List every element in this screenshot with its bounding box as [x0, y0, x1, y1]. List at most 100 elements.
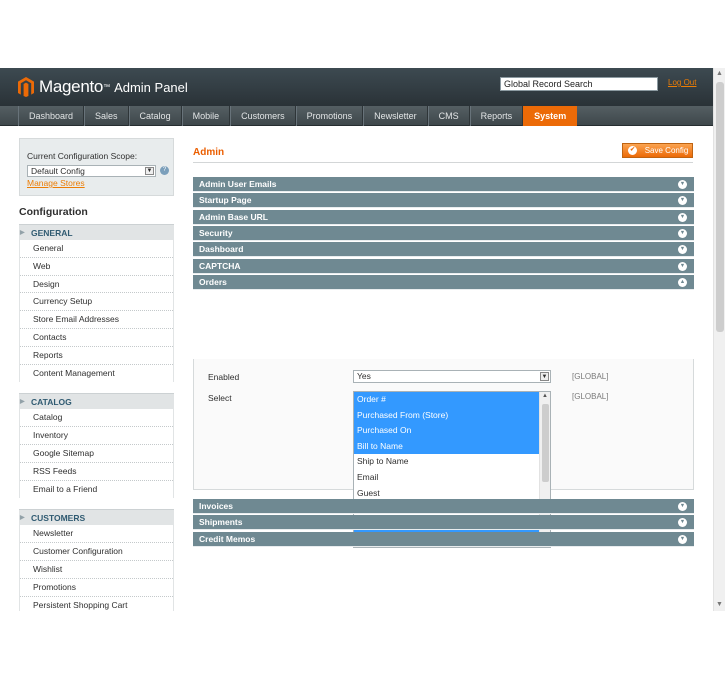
enabled-select-value: Yes	[357, 371, 371, 381]
save-config-button[interactable]: ✔ Save Config	[622, 143, 693, 158]
expand-icon[interactable]: ▼	[678, 228, 687, 238]
scroll-up-icon[interactable]: ▲	[714, 68, 725, 80]
sidebar-section-items: General Web Design Currency Setup Store Emai…	[19, 240, 174, 383]
multiselect-option[interactable]: Purchased From (Store)	[354, 407, 540, 424]
group-header-label: Orders	[199, 276, 227, 287]
nav-item-sales[interactable]: Sales	[84, 106, 129, 126]
sidebar-item-inventory[interactable]: Inventory	[20, 427, 173, 445]
sidebar-item-customer-configuration[interactable]: Customer Configuration	[20, 543, 173, 561]
sidebar-item-catalog[interactable]: Catalog	[20, 409, 173, 428]
group-header-security[interactable]: Security ▼	[193, 225, 694, 241]
group-header-shipments[interactable]: Shipments ▼	[193, 515, 694, 531]
enabled-select[interactable]: Yes ▼	[353, 370, 551, 383]
nav-item-catalog[interactable]: Catalog	[128, 106, 182, 126]
manage-stores-link[interactable]: Manage Stores	[27, 178, 85, 188]
sidebar-item-persistent-shopping-cart[interactable]: Persistent Shopping Cart	[20, 596, 173, 611]
logo-trademark: ™	[103, 83, 111, 91]
group-header-label: Startup Page	[199, 195, 252, 206]
group-header-orders[interactable]: Orders ▲	[193, 274, 694, 290]
sidebar-item-store-email-addresses[interactable]: Store Email Addresses	[20, 311, 173, 329]
nav-item-cms[interactable]: CMS	[427, 106, 470, 126]
nav-item-system[interactable]: System	[523, 106, 578, 126]
nav-item-promotions[interactable]: Promotions	[295, 106, 364, 126]
sidebar-item-web[interactable]: Web	[20, 257, 173, 276]
group-header-admin-base-url[interactable]: Admin Base URL ▼	[193, 209, 694, 225]
nav-item-mobile[interactable]: Mobile	[181, 106, 231, 126]
chevron-down-icon: ▼	[145, 167, 154, 175]
save-config-label: Save Config	[644, 146, 689, 155]
expand-icon[interactable]: ▼	[678, 180, 687, 189]
nav-item-reports[interactable]: Reports	[469, 106, 524, 126]
group-header-captcha[interactable]: CAPTCHA ▼	[193, 258, 694, 274]
sidebar-item-general[interactable]: General	[20, 240, 173, 258]
expand-icon[interactable]: ▼	[678, 502, 687, 511]
expand-icon[interactable]: ▼	[678, 245, 687, 255]
sidebar-item-email-to-a-friend[interactable]: Email to a Friend	[20, 480, 173, 499]
multiselect-option[interactable]: Email	[354, 470, 540, 486]
scroll-down-icon[interactable]: ▼	[714, 599, 725, 611]
scope-tag: [GLOBAL]	[572, 372, 609, 381]
sidebar-section-label: CATALOG	[31, 397, 72, 408]
scope-select-value: Default Config	[31, 166, 85, 176]
nav-item-newsletter[interactable]: Newsletter	[363, 106, 428, 126]
group-header-credit-memos[interactable]: Credit Memos ▼	[193, 531, 694, 547]
config-scope-panel: Current Configuration Scope: Default Con…	[19, 138, 174, 196]
triangle-right-icon: ▶	[20, 515, 25, 522]
sidebar-item-newsletter[interactable]: Newsletter	[20, 525, 173, 544]
group-header-label: Invoices	[199, 501, 234, 511]
nav-item-dashboard[interactable]: Dashboard	[18, 106, 85, 126]
expand-icon[interactable]: ▼	[678, 534, 687, 544]
expand-icon[interactable]: ▼	[678, 518, 687, 528]
logo-wordmark: Magento	[39, 77, 104, 96]
group-header-invoices[interactable]: Invoices ▼	[193, 499, 694, 514]
sidebar-section-items: Newsletter Customer Configuration Wishlist…	[19, 525, 174, 611]
multiselect-option[interactable]: Order #	[354, 392, 540, 408]
global-record-search-input[interactable]: Global Record Search	[500, 77, 658, 91]
magento-logo-icon	[18, 77, 34, 97]
expand-icon[interactable]: ▼	[678, 212, 687, 222]
configuration-heading: Configuration	[19, 206, 88, 218]
nav-item-customers[interactable]: Customers	[230, 106, 296, 126]
group-header-label: CAPTCHA	[199, 260, 241, 271]
page-scrollbar[interactable]: ▲ ▼	[713, 68, 725, 611]
logout-link[interactable]: Log Out	[668, 78, 696, 87]
group-header-dashboard[interactable]: Dashboard ▼	[193, 242, 694, 258]
sidebar-item-wishlist[interactable]: Wishlist	[20, 560, 173, 579]
multiselect-option[interactable]: Purchased On	[354, 423, 540, 439]
sidebar-section-label: CUSTOMERS	[31, 513, 86, 524]
group-header-startup-page[interactable]: Startup Page ▼	[193, 193, 694, 209]
collapse-icon[interactable]: ▲	[678, 277, 687, 287]
group-header-admin-user-emails[interactable]: Admin User Emails ▼	[193, 177, 694, 192]
scroll-up-icon[interactable]: ▲	[540, 393, 550, 399]
sidebar-section-customers[interactable]: ▶ CUSTOMERS	[19, 509, 174, 526]
multiselect-option[interactable]: Bill to Name	[354, 438, 540, 455]
sidebar-item-promotions[interactable]: Promotions	[20, 578, 173, 597]
help-icon[interactable]: ?	[160, 166, 169, 175]
triangle-right-icon: ▶	[20, 230, 25, 236]
orders-fieldset: Enabled Yes ▼ [GLOBAL] Select Order # Purc…	[193, 359, 694, 548]
scrollbar-thumb[interactable]	[542, 404, 549, 482]
logo-admin-panel: Admin Panel	[114, 79, 188, 95]
sidebar-item-content-management[interactable]: Content Management	[20, 364, 173, 383]
multiselect-option[interactable]: Ship to Name	[354, 454, 540, 470]
group-header-label: Dashboard	[199, 244, 244, 255]
group-header-label: Admin User Emails	[199, 179, 277, 189]
expand-icon[interactable]: ▼	[678, 196, 687, 206]
expand-icon[interactable]: ▼	[678, 261, 687, 271]
sidebar-section-general[interactable]: ▶ GENERAL	[19, 224, 174, 240]
sidebar-section-catalog[interactable]: ▶ CATALOG	[19, 393, 174, 410]
sidebar-item-google-sitemap[interactable]: Google Sitemap	[20, 444, 173, 463]
sidebar-item-design[interactable]: Design	[20, 275, 173, 294]
sidebar-item-reports[interactable]: Reports	[20, 346, 173, 365]
sidebar-item-currency-setup[interactable]: Currency Setup	[20, 293, 173, 312]
magento-logo[interactable]: Magento ™ Admin Panel	[18, 76, 188, 98]
sidebar-item-rss-feeds[interactable]: RSS Feeds	[20, 462, 173, 481]
sidebar-item-contacts[interactable]: Contacts	[20, 328, 173, 347]
scrollbar-thumb[interactable]	[716, 82, 724, 332]
title-divider	[193, 162, 693, 163]
scope-label: Current Configuration Scope:	[27, 151, 138, 161]
scope-select[interactable]: Default Config ▼	[27, 165, 156, 177]
admin-header: Magento ™ Admin Panel Global Record Searc…	[0, 68, 713, 106]
